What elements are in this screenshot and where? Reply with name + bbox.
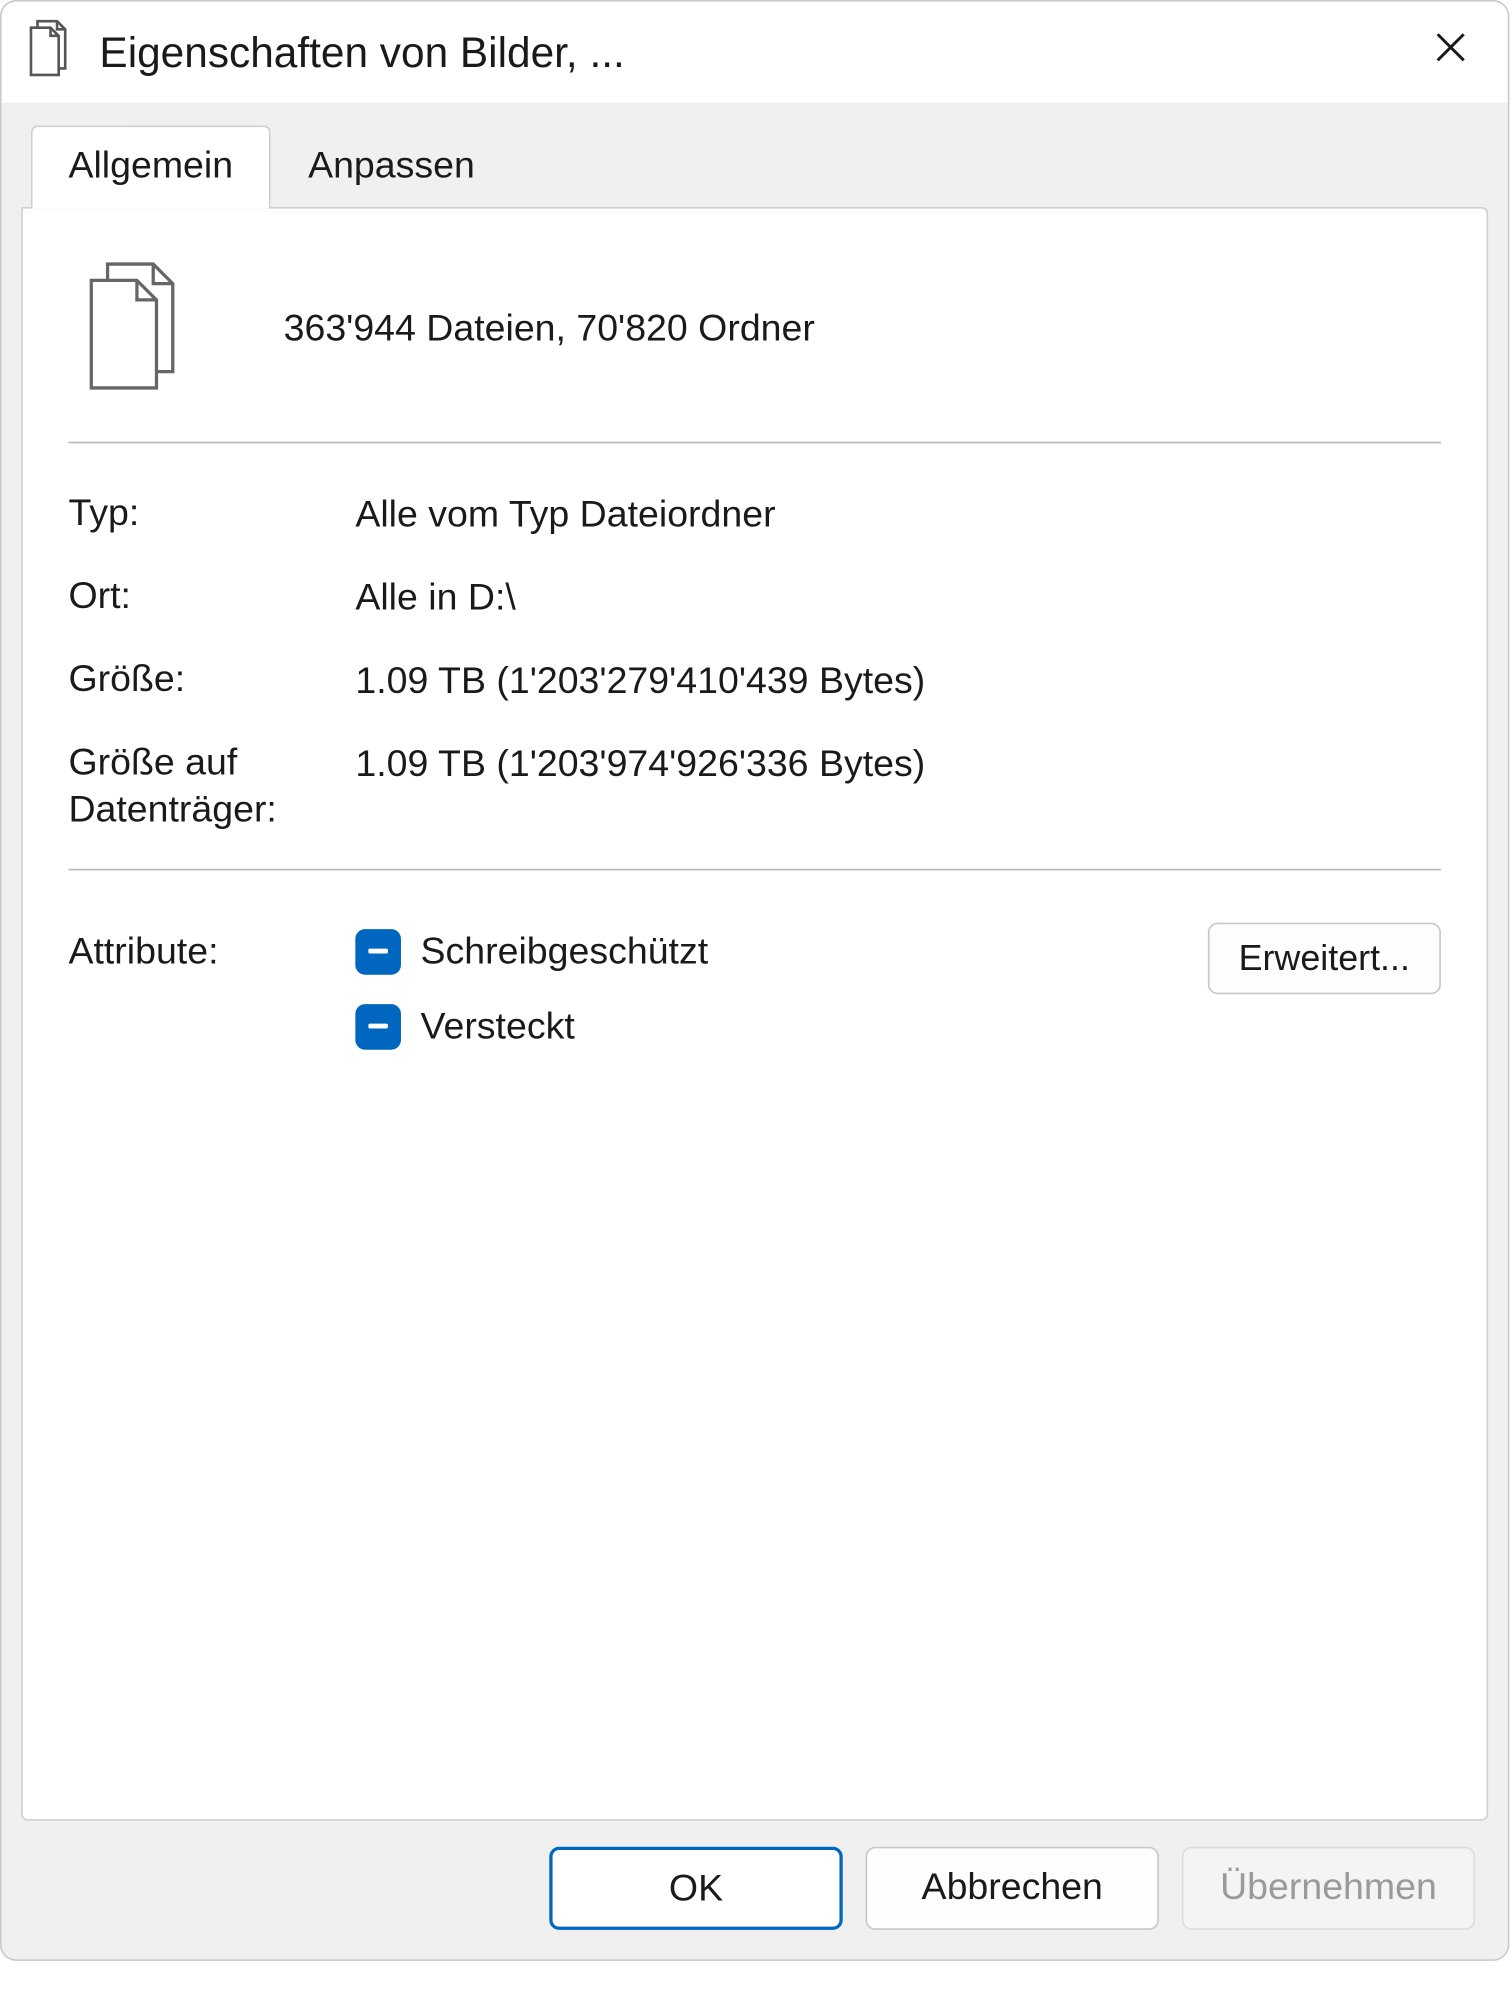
file-folder-count: 363'944 Dateien, 70'820 Ordner (284, 306, 815, 350)
checkbox-row-hidden: Versteckt (355, 997, 1207, 1072)
documents-stack-icon (78, 258, 189, 400)
row-size: Größe: 1.09 TB (1'203'279'410'439 Bytes) (68, 639, 1440, 722)
attributes-block: Attribute: Schreibgeschützt Versteckt Er… (68, 899, 1440, 1072)
divider (68, 442, 1440, 444)
titlebar: Eigenschaften von Bilder, ... (2, 2, 1508, 103)
label-type: Typ: (68, 489, 355, 536)
row-location: Ort: Alle in D:\ (68, 556, 1440, 639)
tab-general[interactable]: Allgemein (31, 126, 271, 209)
checkbox-hidden[interactable] (355, 1003, 401, 1049)
documents-icon (24, 19, 73, 86)
tab-customize[interactable]: Anpassen (271, 126, 513, 207)
row-type: Typ: Alle vom Typ Dateiordner (68, 473, 1440, 556)
divider (68, 868, 1440, 870)
checkbox-label-readonly: Schreibgeschützt (421, 929, 709, 973)
checkbox-row-readonly: Schreibgeschützt (355, 922, 1207, 997)
properties-dialog: Eigenschaften von Bilder, ... Allgemein … (0, 0, 1509, 1961)
value-size-on-disk: 1.09 TB (1'203'974'926'336 Bytes) (355, 739, 1441, 790)
value-size: 1.09 TB (1'203'279'410'439 Bytes) (355, 655, 1441, 706)
label-attributes: Attribute: (68, 922, 355, 973)
apply-button: Übernehmen (1182, 1847, 1475, 1930)
value-location: Alle in D:\ (355, 572, 1441, 623)
row-size-on-disk: Größe auf Datenträger: 1.09 TB (1'203'97… (68, 722, 1440, 848)
checkbox-label-hidden: Versteckt (421, 1004, 575, 1048)
tab-panel-general: 363'944 Dateien, 70'820 Ordner Typ: Alle… (21, 207, 1488, 1821)
summary-row: 363'944 Dateien, 70'820 Ordner (68, 248, 1440, 442)
label-size-on-disk: Größe auf Datenträger: (68, 739, 355, 833)
dialog-body: Allgemein Anpassen 363'944 Dateien, 70'8… (2, 103, 1508, 1960)
tab-strip: Allgemein Anpassen (21, 126, 1488, 207)
indeterminate-icon (368, 1024, 388, 1029)
close-button[interactable] (1416, 19, 1484, 86)
advanced-button[interactable]: Erweitert... (1208, 922, 1441, 994)
value-type: Alle vom Typ Dateiordner (355, 489, 1441, 540)
ok-button[interactable]: OK (549, 1847, 842, 1930)
label-size: Größe: (68, 655, 355, 702)
cancel-button[interactable]: Abbrechen (866, 1847, 1159, 1930)
checkbox-readonly[interactable] (355, 929, 401, 975)
label-location: Ort: (68, 572, 355, 619)
dialog-footer: OK Abbrechen Übernehmen (21, 1821, 1488, 1940)
indeterminate-icon (368, 949, 388, 954)
window-title: Eigenschaften von Bilder, ... (99, 27, 1416, 78)
